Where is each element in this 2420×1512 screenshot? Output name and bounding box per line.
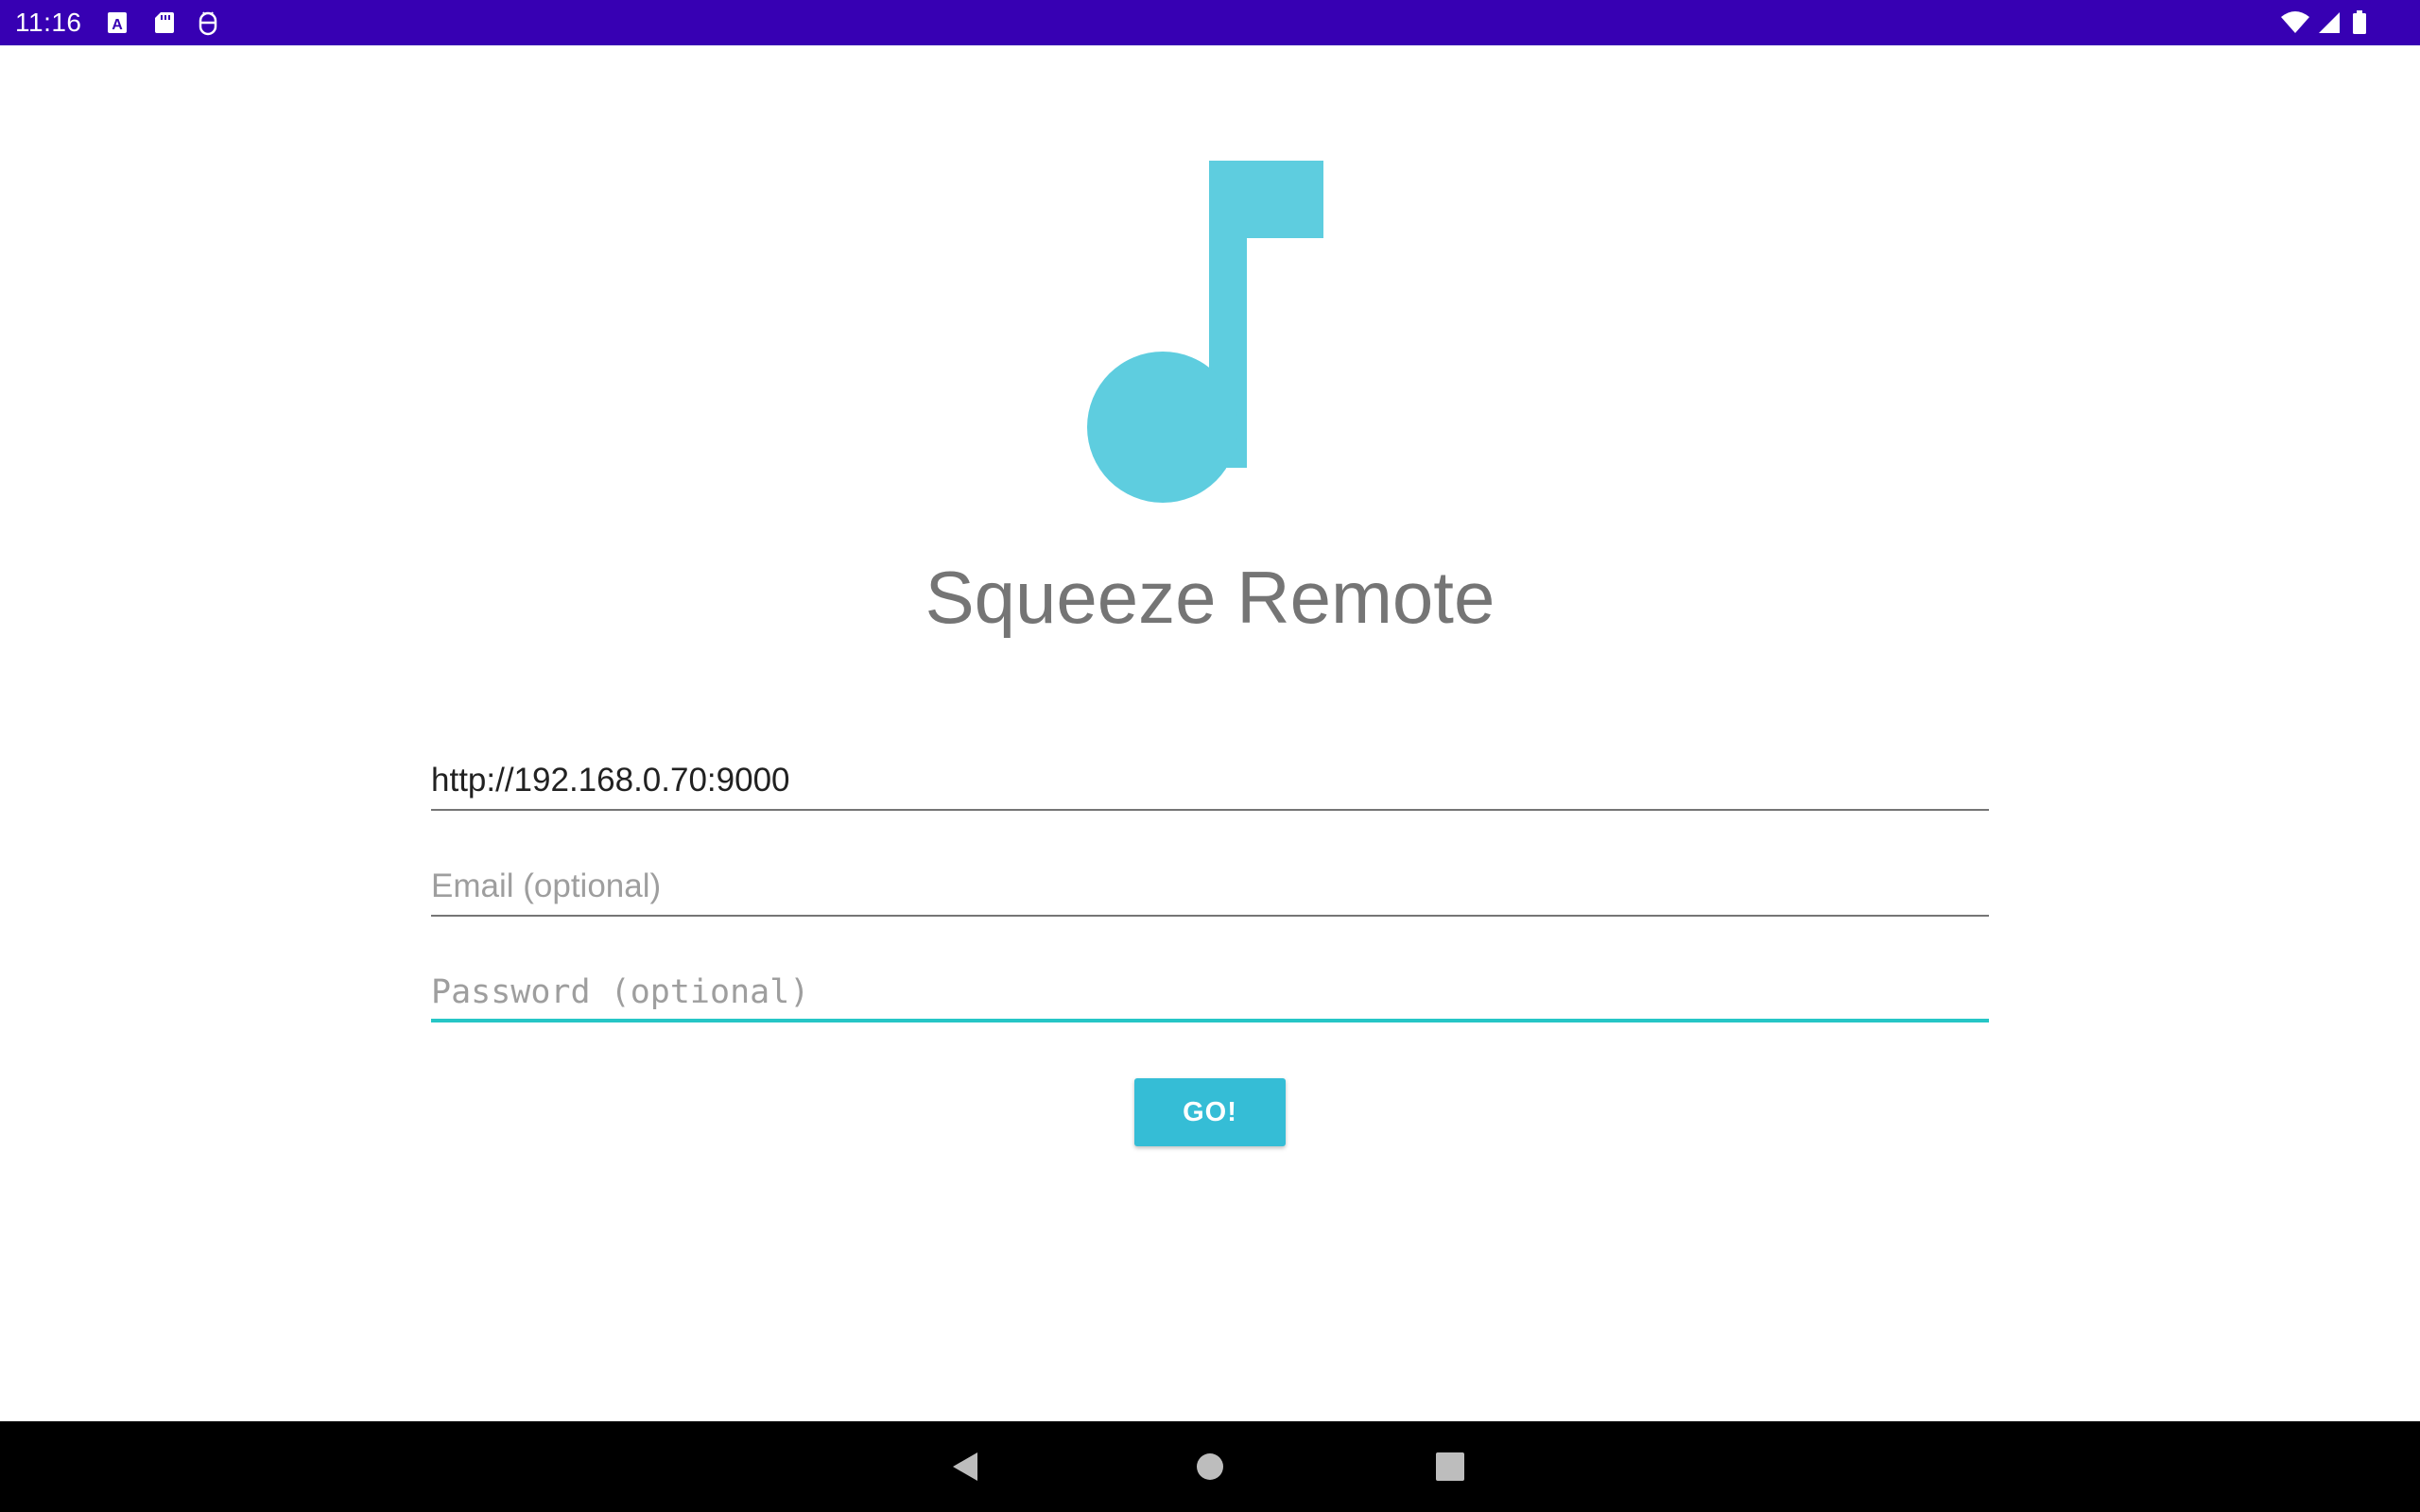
password-input[interactable]: [431, 970, 1989, 1015]
app-title: Squeeze Remote: [925, 556, 1495, 639]
password-field: [431, 954, 1989, 1022]
login-screen: 11:16 A Squeeze Remote http://192.168.0.…: [0, 0, 2420, 1512]
server-url-input[interactable]: [431, 758, 1989, 803]
home-icon[interactable]: [1187, 1444, 1233, 1489]
go-button[interactable]: GO!: [1134, 1078, 1286, 1146]
android-debug-icon: [195, 9, 221, 36]
back-icon[interactable]: [943, 1444, 989, 1489]
email-field: [431, 849, 1989, 917]
navigation-bar: [0, 1421, 2420, 1512]
music-note-icon: [1087, 159, 1333, 508]
wifi-icon: [2280, 9, 2310, 36]
cellular-signal-icon: [2316, 9, 2342, 36]
status-time: 11:16: [15, 8, 82, 37]
email-input[interactable]: [431, 864, 1989, 909]
sd-card-icon: [151, 9, 178, 36]
status-bar: 11:16 A: [0, 0, 2420, 45]
svg-text:A: A: [112, 17, 123, 33]
battery-icon: [2350, 9, 2369, 36]
recents-icon[interactable]: [1427, 1444, 1473, 1489]
server-url-field: [431, 743, 1989, 811]
text-a-icon: A: [104, 9, 130, 36]
